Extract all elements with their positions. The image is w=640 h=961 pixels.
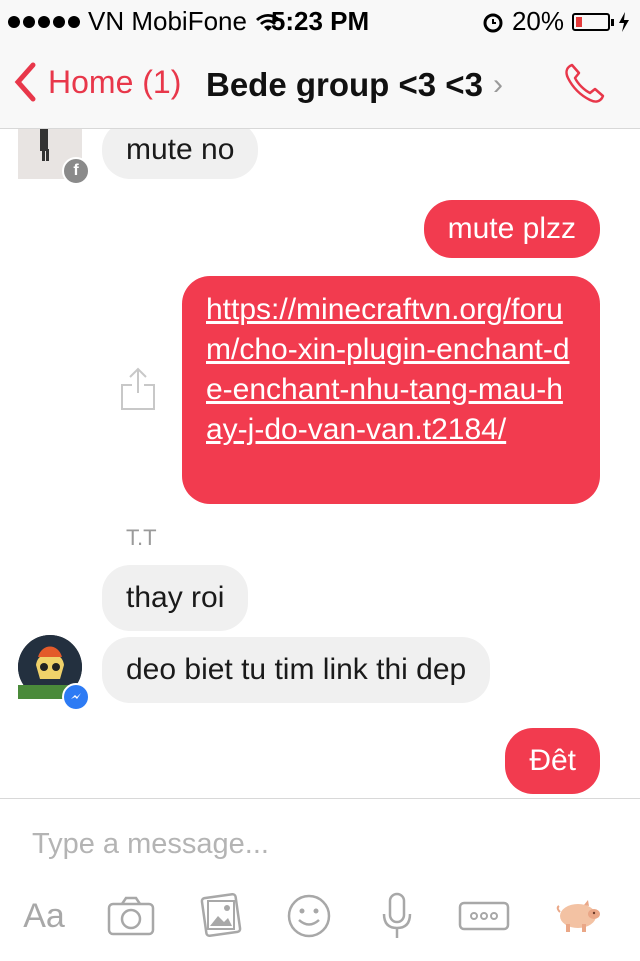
message-bubble[interactable]: Đêt	[505, 728, 600, 794]
share-icon[interactable]	[118, 365, 158, 411]
message-bubble[interactable]: thay roi	[102, 565, 249, 631]
alarm-icon	[483, 13, 503, 32]
group-name: Bede group <3 <3	[206, 66, 483, 103]
message-link[interactable]: https://minecraftvn.org/forum/cho-xin-pl…	[206, 293, 570, 446]
message-text: deo biet tu tim link thi dep	[126, 653, 467, 686]
message-bubble[interactable]: mute no	[102, 129, 259, 179]
phone-call-icon[interactable]	[560, 60, 608, 108]
back-button[interactable]: Home (1)	[14, 62, 181, 102]
back-label: Home (1)	[48, 63, 182, 100]
message-text: Đêt	[529, 744, 576, 777]
composer-toolbar: Aa	[0, 891, 640, 951]
message-input[interactable]	[30, 827, 594, 862]
message-bubble[interactable]: deo biet tu tim link thi dep	[102, 637, 491, 703]
message-list[interactable]: f mute no mute plzz https://minecraftvn.…	[0, 129, 640, 797]
messenger-badge-icon	[62, 683, 90, 711]
more-icon[interactable]	[458, 891, 510, 941]
message-text: mute plzz	[447, 212, 576, 245]
pig-sticker-icon[interactable]	[554, 891, 602, 941]
battery-percent: 20%	[511, 6, 564, 36]
message-bubble[interactable]: mute plzz	[423, 200, 600, 258]
microphone-icon[interactable]	[380, 891, 414, 941]
status-bar: VN MobiFone 5:23 PM 20%	[0, 0, 640, 40]
message-text: thay roi	[126, 581, 225, 614]
chevron-right-icon: ›	[492, 68, 503, 101]
chevron-left-icon	[14, 62, 36, 102]
battery-level	[576, 16, 582, 27]
camera-icon[interactable]	[106, 891, 156, 941]
link-message-bubble[interactable]: https://minecraftvn.org/forum/cho-xin-pl…	[182, 276, 600, 504]
message-text: mute no	[126, 133, 235, 166]
facebook-badge-icon: f	[62, 157, 90, 185]
emoji-icon[interactable]	[286, 891, 332, 941]
conversation-title[interactable]: Bede group <3 <3 ›	[206, 66, 503, 104]
gallery-icon[interactable]	[198, 891, 244, 941]
sender-name: T.T	[126, 525, 157, 550]
status-right: 20%	[482, 6, 630, 37]
message-composer: Aa	[0, 798, 640, 961]
battery-icon	[572, 12, 614, 31]
charging-bolt-icon	[619, 11, 629, 32]
text-format-button[interactable]: Aa	[18, 891, 70, 941]
conversation-header: Home (1) Bede group <3 <3 ›	[0, 40, 640, 129]
